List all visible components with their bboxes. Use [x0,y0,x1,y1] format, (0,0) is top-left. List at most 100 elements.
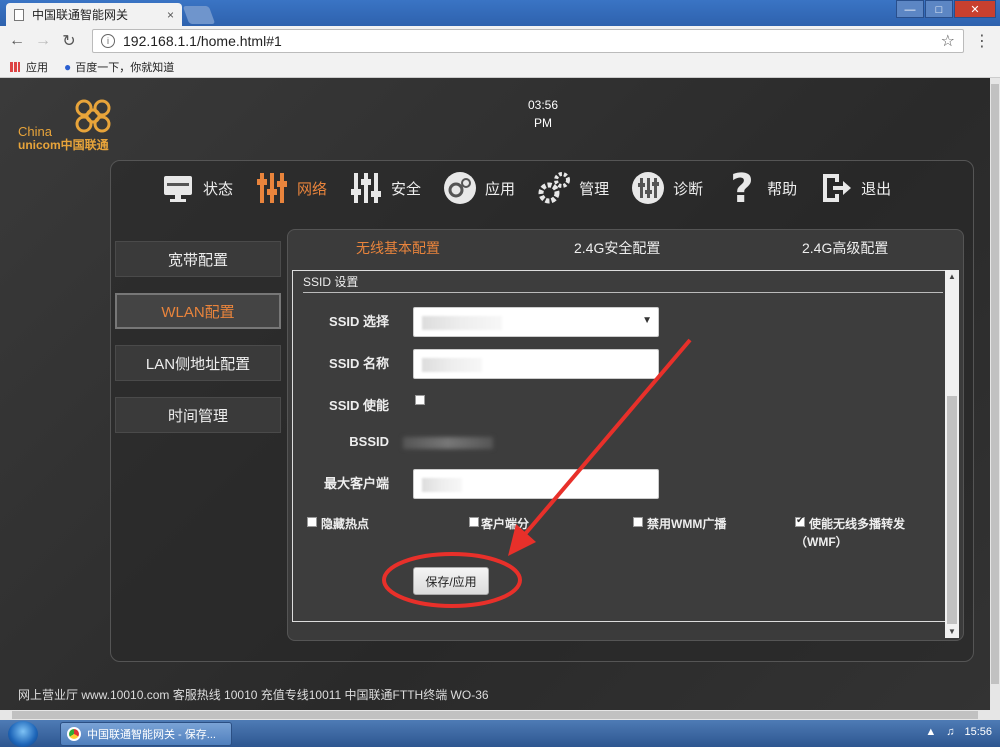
browser-toolbar: ← → ↻ i 192.168.1.1/home.html#1 ☆ ⋮ [0,26,1000,56]
page-scroll-thumb[interactable] [991,84,999,684]
taskbar-chrome-item[interactable]: 中国联通智能网关 - 保存... [60,721,232,746]
wmf-label-suffix: （WMF） [795,535,848,549]
sidebar-item-time[interactable]: 时间管理 [115,397,281,433]
client-isolation-checkbox[interactable] [469,517,479,527]
system-tray: ▲ ♫ 15:56 [915,726,992,738]
gears-icon [537,171,571,205]
taskbar: 中国联通智能网关 - 保存... ▲ ♫ 15:56 [0,720,1000,747]
bookmark-baidu[interactable]: 百度一下，你就知道 [75,59,174,75]
content-scrollbar[interactable]: ▲ ▼ [945,270,959,638]
forward-arrow-icon[interactable]: → [34,32,52,50]
top-nav: 状态 网络 安全 应用 管理 诊断 ? 帮助 退出 [161,165,913,211]
nav-security-label: 安全 [391,180,422,198]
nav-diagnose[interactable]: 诊断 [631,171,703,205]
horizontal-scroll-thumb[interactable] [12,711,978,719]
monitor-icon [161,171,195,205]
ssid-name-row: SSID 名称 [293,349,949,379]
nav-logout[interactable]: 退出 [819,171,891,205]
logo-unicom-text: unicom中国联通 [18,138,109,152]
menu-icon[interactable]: ⋮ [972,31,992,51]
page-scrollbar[interactable] [990,78,1000,710]
info-icon[interactable]: i [101,34,115,48]
sidebar-item-lan[interactable]: LAN侧地址配置 [115,345,281,381]
tab-24g-advanced[interactable]: 2.4G高级配置 [802,238,888,258]
ssid-name-input[interactable] [413,349,659,379]
nav-network-label: 网络 [297,180,328,198]
nav-management-label: 管理 [579,180,610,198]
nav-application[interactable]: 应用 [443,171,515,205]
tray-clock[interactable]: 15:56 [964,726,992,738]
diagnose-icon [631,171,665,205]
nav-logout-label: 退出 [861,180,892,198]
clock-ampm: PM [534,116,552,130]
new-tab-button[interactable] [182,6,216,24]
logout-icon [819,171,853,205]
sub-tabs: 无线基本配置 2.4G安全配置 2.4G高级配置 [288,238,965,262]
main-panel: 状态 网络 安全 应用 管理 诊断 ? 帮助 退出 宽带配置 WLAN配置 LA… [110,160,974,662]
content-scroll-thumb[interactable] [947,396,957,624]
disable-wmm-checkbox[interactable] [633,517,643,527]
address-bar[interactable]: i 192.168.1.1/home.html#1 ☆ [92,29,964,53]
save-apply-button[interactable]: 保存/应用 [413,567,489,595]
window-close-button[interactable]: ✕ [954,0,996,18]
minimize-button[interactable]: — [896,0,924,18]
page-clock: 03:56 PM [518,96,568,132]
disable-wmm-label: 禁用WMM广播 [647,517,727,531]
url-text: 192.168.1.1/home.html#1 [123,33,282,49]
apps-grid-icon [10,61,20,72]
max-clients-value [422,478,462,492]
max-clients-row: 最大客户端 [293,469,949,499]
ssid-form: SSID 设置 SSID 选择 ▼ SSID 名称 SSID 使能 BSSID … [292,270,948,622]
sidebar: 宽带配置 WLAN配置 LAN侧地址配置 时间管理 [115,241,281,449]
question-icon: ? [725,171,759,205]
tab-wireless-basic[interactable]: 无线基本配置 [356,238,440,258]
start-button[interactable] [8,720,38,747]
sidebar-item-wlan[interactable]: WLAN配置 [115,293,281,329]
bookmark-star-icon[interactable]: ☆ [941,31,955,51]
ssid-enable-row: SSID 使能 [293,391,949,421]
maximize-button[interactable]: □ [925,0,953,18]
bookmarks-bar: 应用 ● 百度一下，你就知道 [0,56,1000,78]
bookmark-apps[interactable]: 应用 [26,59,48,75]
ssid-select-row: SSID 选择 ▼ [293,307,949,337]
max-clients-input[interactable] [413,469,659,499]
unicom-logo: China unicom中国联通 [18,96,128,156]
nav-help[interactable]: ? 帮助 [725,171,797,205]
back-arrow-icon[interactable]: ← [8,32,26,50]
hide-hotspot-label: 隐藏热点 [321,517,370,531]
ssid-select[interactable]: ▼ [413,307,659,337]
ssid-enable-checkbox[interactable] [415,395,425,405]
scroll-down-icon[interactable]: ▼ [945,627,959,636]
tray-volume-icon[interactable]: ♫ [946,726,954,738]
chrome-icon [67,726,81,741]
bssid-row: BSSID [293,427,949,457]
nav-status-label: 状态 [203,180,234,198]
content-panel: 无线基本配置 2.4G安全配置 2.4G高级配置 SSID 设置 SSID 选择… [287,229,964,641]
client-isolation-label: 客户端分 [481,517,530,531]
browser-tab[interactable]: 中国联通智能网关 × [6,3,182,26]
hide-hotspot-checkbox[interactable] [307,517,317,527]
tab-24g-security[interactable]: 2.4G安全配置 [574,238,660,258]
router-page: China unicom中国联通 03:56 PM 状态 网络 安全 应用 管理… [0,78,990,710]
scroll-up-icon[interactable]: ▲ [945,272,959,281]
horizontal-scrollbar[interactable] [0,710,1000,720]
document-icon [14,8,24,21]
nav-security[interactable]: 安全 [349,171,421,205]
tab-close-button[interactable]: × [167,8,174,22]
baidu-paw-icon: ● [64,59,72,74]
nav-status[interactable]: 状态 [161,171,233,205]
gear-circle-icon [443,171,477,205]
tray-network-icon[interactable]: ▲ [925,726,936,738]
reload-icon[interactable]: ↻ [60,31,78,51]
sidebar-item-broadband[interactable]: 宽带配置 [115,241,281,277]
nav-management[interactable]: 管理 [537,171,609,205]
ssid-name-value [422,358,482,372]
nav-network[interactable]: 网络 [255,171,327,205]
window-titlebar: 中国联通智能网关 × — □ ✕ [0,0,1000,26]
nav-application-label: 应用 [485,180,516,198]
network-sliders-icon [255,171,289,205]
wmf-label: 使能无线多播转发 [809,517,906,531]
clock-time: 03:56 [527,98,559,112]
wmf-checkbox[interactable] [795,515,805,527]
taskbar-item-title: 中国联通智能网关 - 保存... [87,728,216,741]
